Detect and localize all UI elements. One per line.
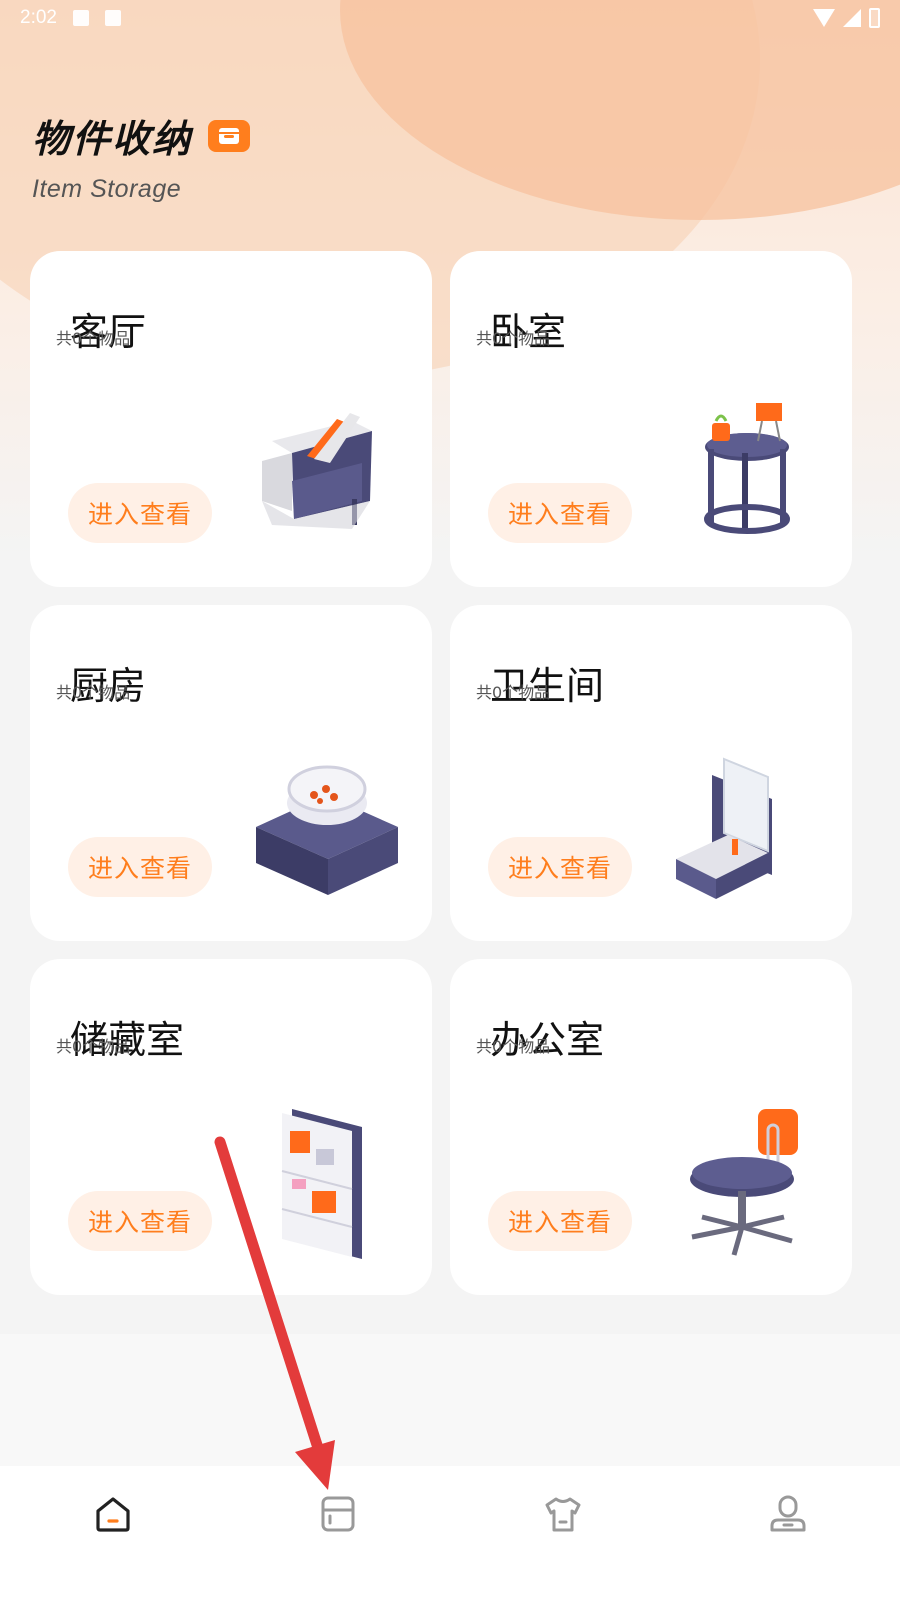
side-table-illustration xyxy=(704,403,790,534)
item-count: 共0个物品 xyxy=(476,1037,551,1056)
room-card-office[interactable]: 办公室 共0个物品 进入查看 xyxy=(450,959,852,1295)
status-time: 2:02 xyxy=(20,7,57,28)
tab-storage[interactable] xyxy=(225,1466,450,1600)
enter-view-button[interactable]: 进入查看 xyxy=(68,837,212,897)
app-notification-icon xyxy=(104,10,121,26)
enter-view-button[interactable]: 进入查看 xyxy=(488,483,632,543)
sofa-illustration xyxy=(262,413,372,529)
room-card-bedroom[interactable]: 卧室 共0个物品 进入查看 xyxy=(450,251,852,587)
room-card-bathroom[interactable]: 卫生间 共0个物品 进入查看 xyxy=(450,605,852,941)
enter-view-button[interactable]: 进入查看 xyxy=(488,1191,632,1251)
office-chair-illustration xyxy=(690,1109,798,1256)
sink-mirror-illustration xyxy=(676,757,772,899)
item-count: 共0个物品 xyxy=(56,329,131,348)
item-count: 共0个物品 xyxy=(56,1037,131,1056)
storage-box-icon xyxy=(208,119,251,152)
tab-profile[interactable] xyxy=(675,1466,900,1600)
tab-home[interactable] xyxy=(0,1466,225,1600)
tab-clothing[interactable] xyxy=(450,1466,675,1600)
enter-view-button[interactable]: 进入查看 xyxy=(68,483,212,543)
shelf-illustration xyxy=(281,1109,362,1259)
page-title: 物件收纳 xyxy=(32,117,193,161)
image-notification-icon xyxy=(72,10,89,26)
home-icon xyxy=(95,1497,130,1532)
item-count: 共0个物品 xyxy=(56,683,131,702)
room-card-kitchen[interactable]: 厨房 共0个物品 进入查看 xyxy=(30,605,432,941)
item-count: 共0个物品 xyxy=(476,683,551,702)
battery-icon xyxy=(869,8,880,28)
enter-view-button[interactable]: 进入查看 xyxy=(488,837,632,897)
enter-view-button[interactable]: 进入查看 xyxy=(68,1191,212,1251)
page-subtitle: Item Storage xyxy=(32,175,182,203)
wifi-icon xyxy=(813,9,835,27)
bottom-tab-bar xyxy=(0,1466,900,1600)
clothing-icon xyxy=(545,1497,580,1532)
signal-icon xyxy=(843,9,861,27)
room-card-storage-room[interactable]: 储藏室 共0个物品 进入查看 xyxy=(30,959,432,1295)
profile-icon xyxy=(770,1495,805,1532)
room-card-living-room[interactable]: 客厅 共0个物品 进入查看 xyxy=(30,251,432,587)
status-bar: 2:02 xyxy=(0,0,900,36)
stove-pot-illustration xyxy=(256,765,398,895)
content-bottom-area xyxy=(0,1334,900,1466)
page-header: 物件收纳 Item Storage xyxy=(32,108,251,204)
storage-icon xyxy=(321,1496,354,1532)
item-count: 共0个物品 xyxy=(476,329,551,348)
